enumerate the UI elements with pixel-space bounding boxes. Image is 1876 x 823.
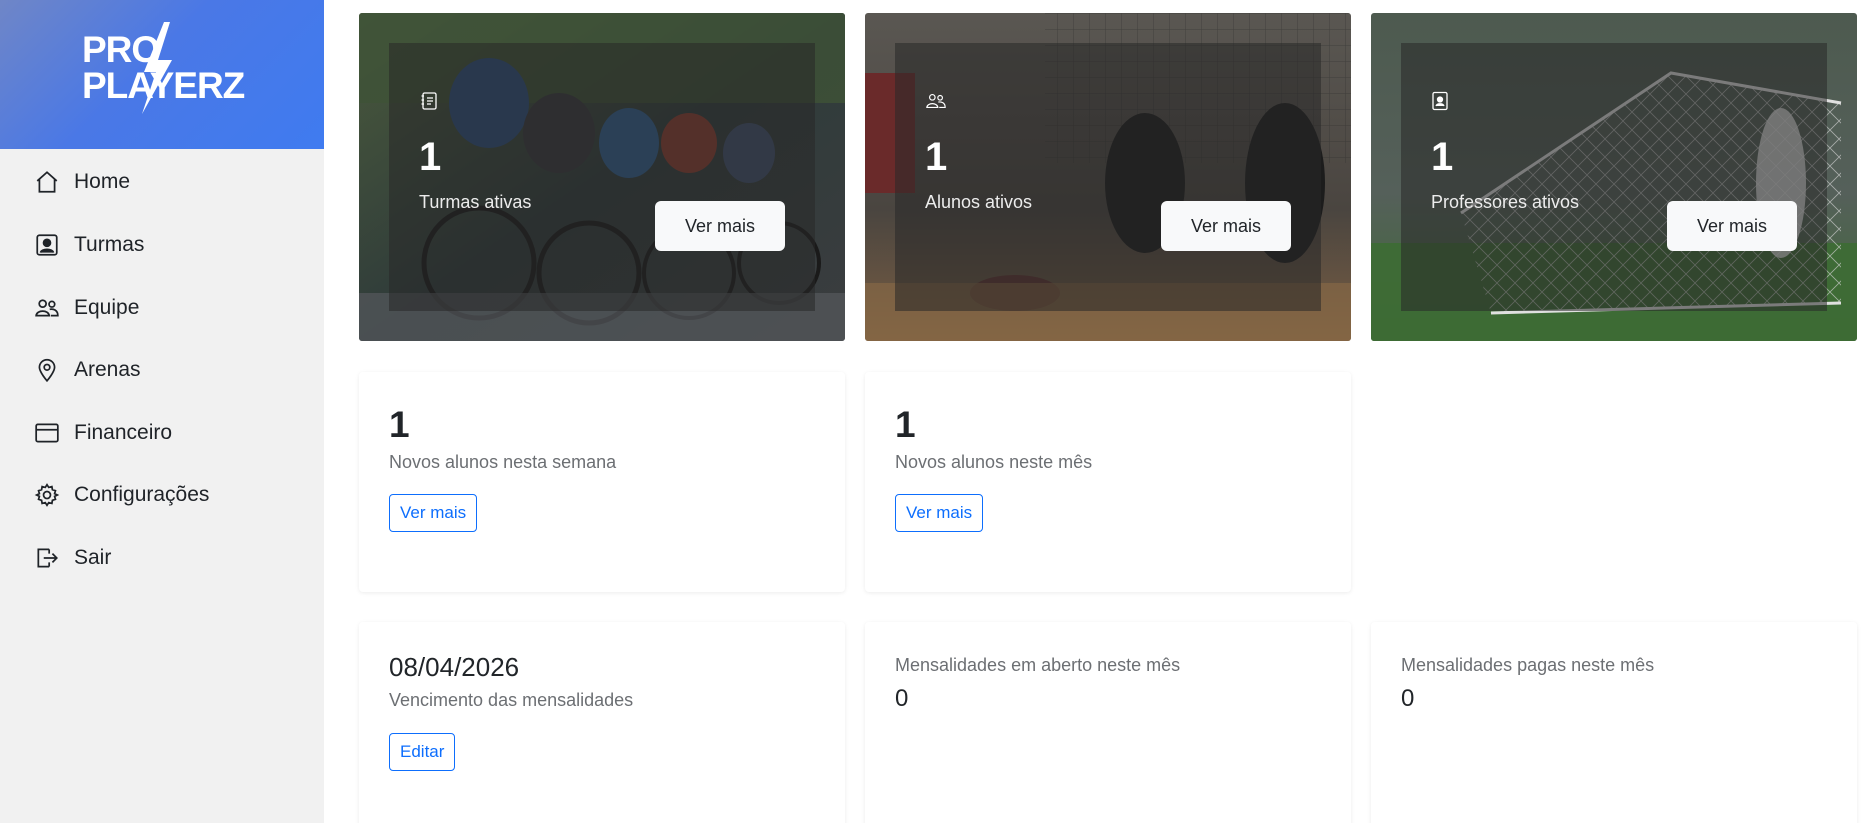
ver-mais-button[interactable]: Ver mais [1161, 201, 1291, 251]
open-payments-card: Mensalidades em aberto neste mês 0 [865, 622, 1351, 823]
card-label: Novos alunos neste mês [895, 452, 1093, 472]
count-value: 1 [1431, 135, 1454, 179]
sidebar-item-financeiro[interactable]: Financeiro [32, 415, 292, 451]
location-pin-icon [32, 355, 62, 385]
sidebar-item-arenas[interactable]: Arenas [32, 352, 292, 388]
logout-icon [32, 543, 62, 573]
count-value: 1 [925, 135, 948, 179]
new-students-week-card: 1 Novos alunos nesta semana Ver mais [359, 372, 845, 592]
card-overlay [1401, 43, 1827, 311]
card-label: Turmas ativas [419, 192, 532, 212]
card-overlay [895, 43, 1321, 311]
sidebar-item-configuracoes[interactable]: Configurações [32, 477, 292, 513]
wallet-icon [32, 418, 62, 448]
card-overlay [389, 43, 815, 311]
due-date-label: Vencimento das mensalidades [389, 690, 634, 710]
sidebar-item-label: Home [74, 170, 131, 193]
paid-payments-card: Mensalidades pagas neste mês 0 [1371, 622, 1857, 823]
sidebar-item-label: Configurações [74, 483, 210, 506]
sidebar-item-turmas[interactable]: Turmas [32, 227, 292, 263]
card-label: Mensalidades em aberto neste mês [895, 655, 1181, 675]
people-icon [32, 293, 62, 323]
sidebar: PRO PLAYERZ Home Turmas Equipe Arenas Fi… [0, 0, 324, 823]
ver-mais-button[interactable]: Ver mais [895, 494, 984, 532]
sidebar-item-label: Turmas [74, 233, 145, 256]
count-value: 1 [389, 404, 410, 445]
ver-mais-button[interactable]: Ver mais [389, 494, 478, 532]
open-payments-value: 0 [895, 685, 909, 712]
summary-card-turmas: 1 Turmas ativas Ver mais [359, 13, 845, 341]
sidebar-item-home[interactable]: Home [32, 164, 292, 200]
card-label: Novos alunos nesta semana [389, 452, 617, 472]
card-label: Mensalidades pagas neste mês [1401, 655, 1655, 675]
new-students-month-card: 1 Novos alunos neste mês Ver mais [865, 372, 1351, 592]
sidebar-item-label: Sair [74, 546, 112, 569]
journal-list-icon [419, 91, 439, 116]
due-date-card: 08/04/2026 Vencimento das mensalidades E… [359, 622, 845, 823]
sidebar-item-sair[interactable]: Sair [32, 540, 292, 576]
people-icon [925, 91, 947, 116]
person-id-card-icon [1431, 91, 1449, 116]
sidebar-item-label: Financeiro [74, 421, 173, 444]
ver-mais-button[interactable]: Ver mais [655, 201, 785, 251]
count-value: 1 [419, 135, 442, 179]
paid-payments-value: 0 [1401, 685, 1415, 712]
sidebar-item-label: Equipe [74, 296, 140, 319]
app-root: PRO PLAYERZ Home Turmas Equipe Arenas Fi… [0, 0, 1876, 823]
count-value: 1 [895, 404, 916, 445]
card-label: Professores ativos [1431, 192, 1580, 212]
summary-card-professores: 1 Professores ativos Ver mais [1371, 13, 1857, 341]
gear-icon [32, 480, 62, 510]
person-badge-icon [32, 230, 62, 260]
sidebar-item-label: Arenas [74, 358, 141, 381]
brand-logo[interactable]: PRO PLAYERZ [0, 0, 324, 149]
due-date-value: 08/04/2026 [389, 652, 520, 682]
summary-card-alunos: 1 Alunos ativos Ver mais [865, 13, 1351, 341]
card-label: Alunos ativos [925, 192, 1033, 212]
ver-mais-button[interactable]: Ver mais [1667, 201, 1797, 251]
sidebar-item-equipe[interactable]: Equipe [32, 290, 292, 326]
home-icon [32, 167, 62, 197]
lightning-bolt-icon [142, 22, 172, 114]
main-content: 1 Turmas ativas Ver mais 1 Alunos ativos… [324, 0, 1876, 823]
edit-button[interactable]: Editar [389, 733, 456, 771]
